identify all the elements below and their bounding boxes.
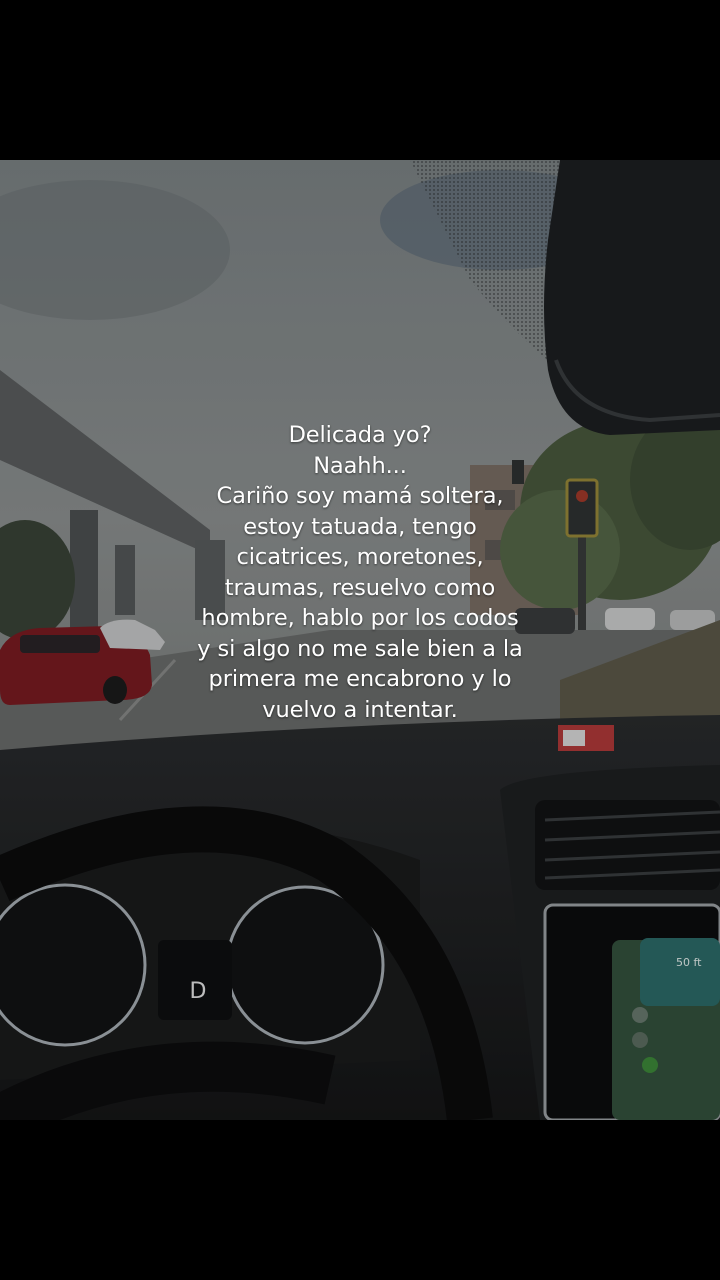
caption-line: Naahh... (313, 452, 407, 479)
caption-line: y si algo no me sale bien a la (197, 635, 523, 662)
video-frame: D 50 ft Delicada yo? Naahh... Cariño soy… (0, 160, 720, 1120)
caption-line: primera me encabrono y lo (208, 666, 512, 692)
caption-line: cicatrices, moretones, (236, 544, 484, 570)
caption-line: vuelvo a intentar. (262, 696, 458, 723)
caption-line: hombre, hablo por los codos (201, 605, 519, 631)
caption-line: traumas, resuelvo como (224, 574, 496, 601)
caption-line: Delicada yo? (288, 422, 432, 448)
caption-line: Cariño soy mamá soltera, (216, 483, 504, 509)
caption-line: estoy tatuada, tengo (243, 513, 477, 540)
caption-overlay: Delicada yo? Naahh... Cariño soy mamá so… (150, 420, 570, 725)
